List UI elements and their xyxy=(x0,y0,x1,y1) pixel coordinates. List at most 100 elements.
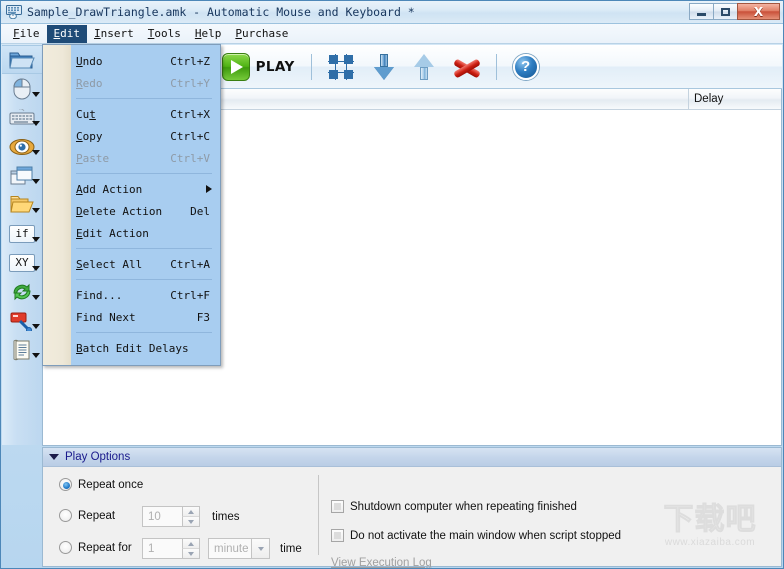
title-bar: Sample_DrawTriangle.amk - Automatic Mous… xyxy=(1,1,783,24)
window-icon xyxy=(10,166,33,184)
stepper-down-button[interactable] xyxy=(182,517,199,526)
help-icon: ? xyxy=(512,53,539,80)
play-icon xyxy=(221,52,250,81)
move-up-button[interactable] xyxy=(408,53,440,80)
menu-tools[interactable]: Tools xyxy=(141,25,188,43)
menu-item-select-all[interactable]: Select All Ctrl+A xyxy=(43,253,220,275)
menu-separator xyxy=(76,279,212,280)
shutdown-label: Shutdown computer when repeating finishe… xyxy=(350,500,577,513)
no-activate-checkbox[interactable] xyxy=(331,529,344,542)
chevron-down-icon[interactable] xyxy=(32,237,40,242)
menu-item-delete-action[interactable]: Delete Action Del xyxy=(43,200,220,222)
sidebar-item-if[interactable]: if xyxy=(2,219,42,248)
menu-item-copy[interactable]: Copy Ctrl+C xyxy=(43,125,220,147)
stepper-down-button[interactable] xyxy=(182,549,199,558)
stepper-up-button[interactable] xyxy=(182,539,199,549)
open-file-icon xyxy=(9,52,35,68)
shutdown-row[interactable]: Shutdown computer when repeating finishe… xyxy=(331,500,577,513)
folder-open-icon xyxy=(10,196,34,213)
repeat-once-row[interactable]: Repeat once xyxy=(59,478,143,491)
sidebar-item-plugin[interactable] xyxy=(2,306,42,335)
shutdown-checkbox[interactable] xyxy=(331,500,344,513)
repeat-for-value: 1 xyxy=(148,542,155,555)
repeat-for-controls[interactable]: 1 minute time xyxy=(142,538,302,559)
menu-purchase[interactable]: Purchase xyxy=(228,25,295,43)
sidebar-item-script[interactable] xyxy=(2,335,42,364)
chevron-down-icon[interactable] xyxy=(32,324,40,329)
menu-help[interactable]: Help xyxy=(188,25,229,43)
menu-item-find[interactable]: Find... Ctrl+F xyxy=(43,284,220,306)
menu-item-cut[interactable]: Cut Ctrl+X xyxy=(43,103,220,125)
repeat-for-unit-select[interactable]: minute xyxy=(208,538,270,559)
sidebar-item-folder[interactable] xyxy=(2,190,42,219)
repeat-times-radio[interactable] xyxy=(59,509,72,522)
maximize-button[interactable] xyxy=(713,3,738,20)
chevron-down-icon[interactable] xyxy=(32,179,40,184)
close-icon: X xyxy=(753,4,764,19)
repeat-times-label: Repeat xyxy=(78,509,116,522)
capture-region-button[interactable] xyxy=(322,53,360,80)
close-button[interactable]: X xyxy=(737,3,780,20)
menu-item-find-next[interactable]: Find Next F3 xyxy=(43,306,220,328)
chevron-down-icon[interactable] xyxy=(251,539,269,558)
repeat-times-row[interactable]: Repeat xyxy=(59,509,115,522)
sidebar-item-mouse[interactable] xyxy=(2,74,42,103)
menu-item-copy-accel: Ctrl+C xyxy=(170,129,210,143)
repeat-for-radio[interactable] xyxy=(59,541,72,554)
menu-item-add-action[interactable]: Add Action xyxy=(43,178,220,200)
chevron-down-icon[interactable] xyxy=(32,150,40,155)
window-controls: X xyxy=(689,3,780,20)
stepper-up-button[interactable] xyxy=(182,507,199,517)
menu-insert[interactable]: Insert xyxy=(87,25,141,43)
repeat-times-input[interactable]: 10 xyxy=(142,506,200,527)
chevron-down-icon[interactable] xyxy=(32,208,40,213)
menu-edit[interactable]: Edit xyxy=(46,24,87,43)
help-button[interactable]: ? xyxy=(507,53,545,80)
window-title: Sample_DrawTriangle.amk - Automatic Mous… xyxy=(27,5,415,19)
chevron-down-icon[interactable] xyxy=(32,353,40,358)
move-down-button[interactable] xyxy=(368,53,400,80)
menu-item-redo[interactable]: Redo Ctrl+Y xyxy=(43,72,220,94)
column-header-delay[interactable]: Delay xyxy=(689,89,781,109)
chevron-down-icon[interactable] xyxy=(32,266,40,271)
play-options-body: Repeat once Repeat 10 times Repeat for 1… xyxy=(43,467,781,568)
repeat-for-label: Repeat for xyxy=(78,541,132,554)
collapse-caret-icon[interactable] xyxy=(49,454,59,460)
menu-item-delete-action-accel: Del xyxy=(190,204,210,218)
play-options-header[interactable]: Play Options xyxy=(43,448,781,467)
play-button[interactable]: PLAY xyxy=(216,52,301,81)
view-log-row[interactable]: View Execution Log xyxy=(331,557,432,568)
delete-button[interactable] xyxy=(448,55,486,79)
sidebar-item-keyboard[interactable] xyxy=(2,103,42,132)
repeat-for-row[interactable]: Repeat for xyxy=(59,541,132,554)
plugin-icon xyxy=(10,312,32,331)
menu-item-undo-accel: Ctrl+Z xyxy=(170,54,210,68)
chevron-down-icon[interactable] xyxy=(32,121,40,126)
repeat-times-stepper[interactable]: 10 times xyxy=(142,506,239,527)
view-execution-log-link[interactable]: View Execution Log xyxy=(331,557,432,568)
move-down-icon xyxy=(373,53,394,80)
sidebar-item-xy[interactable]: XY xyxy=(2,248,42,277)
menu-item-batch-edit-delays[interactable]: Batch Edit Delays xyxy=(43,337,220,359)
repeat-for-input[interactable]: 1 xyxy=(142,538,200,559)
repeat-times-value: 10 xyxy=(148,510,161,523)
menu-file[interactable]: File xyxy=(6,25,47,43)
menu-item-paste[interactable]: Paste Ctrl+V xyxy=(43,147,220,169)
menu-separator xyxy=(76,332,212,333)
menu-item-undo[interactable]: Undo Ctrl+Z xyxy=(43,50,220,72)
script-icon xyxy=(13,339,30,360)
chevron-down-icon[interactable] xyxy=(32,295,40,300)
chevron-down-icon[interactable] xyxy=(32,92,40,97)
sidebar-item-loop[interactable] xyxy=(2,277,42,306)
play-label: PLAY xyxy=(255,58,295,75)
menu-item-edit-action[interactable]: Edit Action xyxy=(43,222,220,244)
repeat-for-unit-value: minute xyxy=(214,542,249,555)
minimize-button[interactable] xyxy=(689,3,714,20)
sidebar-item-open-file[interactable] xyxy=(2,45,42,74)
sidebar-item-window[interactable] xyxy=(2,161,42,190)
repeat-once-radio[interactable] xyxy=(59,478,72,491)
sidebar-item-eye[interactable] xyxy=(2,132,42,161)
menu-item-find-next-accel: F3 xyxy=(196,310,210,324)
play-options-title: Play Options xyxy=(65,451,131,463)
no-activate-row[interactable]: Do not activate the main window when scr… xyxy=(331,529,621,542)
